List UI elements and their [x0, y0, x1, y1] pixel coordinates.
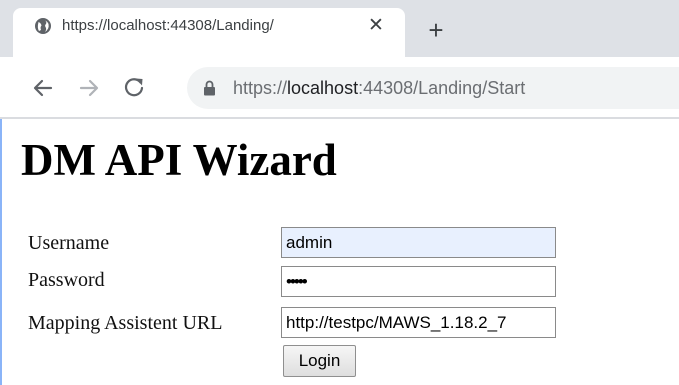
globe-icon — [35, 18, 51, 34]
password-label: Password — [28, 269, 105, 291]
url-path: :44308/Landing/Start — [358, 78, 526, 98]
login-button[interactable]: Login — [283, 345, 356, 377]
reload-icon[interactable] — [123, 76, 145, 98]
username-input[interactable] — [281, 227, 556, 258]
window-edge — [0, 119, 2, 385]
tab-title: https://localhost:44308/Landing/ — [62, 17, 274, 34]
mapping-url-label: Mapping Assistent URL — [28, 312, 223, 334]
tab-title-fade — [310, 14, 350, 38]
arrow-right-icon[interactable] — [78, 77, 100, 99]
password-input[interactable] — [281, 266, 556, 297]
page-title: DM API Wizard — [21, 135, 337, 185]
mapping-url-input[interactable] — [281, 307, 556, 338]
new-tab-button[interactable]: + — [423, 17, 449, 43]
toolbar-divider — [0, 117, 679, 119]
lock-icon[interactable] — [203, 80, 216, 96]
url-scheme: https:// — [233, 78, 288, 98]
close-icon[interactable]: ✕ — [364, 14, 388, 38]
url-host: localhost — [287, 78, 359, 98]
arrow-left-icon[interactable] — [32, 77, 54, 99]
username-label: Username — [28, 232, 110, 254]
address-url[interactable]: https://localhost:44308/Landing/Start — [233, 76, 525, 100]
